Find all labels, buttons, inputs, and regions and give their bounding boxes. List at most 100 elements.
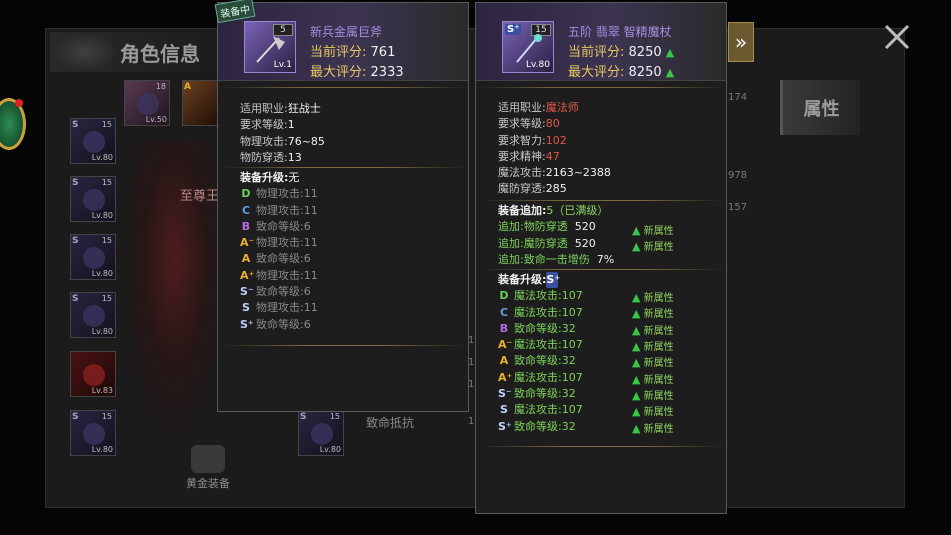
new-attr-tag: ▲ 新属性: [632, 240, 674, 253]
addon-list: 装备追加:5（已满级） 追加:物防穿透 520 追加:魔防穿透 520 追加:致…: [498, 203, 614, 268]
equip-slot[interactable]: S 15 Lv.80: [70, 118, 116, 164]
up-arrow-icon: ▲: [632, 389, 641, 402]
quest-badge-icon[interactable]: [0, 98, 26, 150]
up-arrow-icon: ▲: [632, 224, 641, 237]
stat-label-crit-resist: 致命抵抗: [366, 416, 415, 430]
gold-equip-label: 黄金装备: [186, 477, 230, 490]
next-arrow-button[interactable]: »: [728, 22, 754, 62]
upgrade-row: S⁺ 致命等级:6: [240, 317, 311, 331]
upgrade-row: D 物理攻击:11: [241, 187, 318, 201]
addon-row: 追加:魔防穿透 520: [498, 236, 596, 250]
new-attr-tag: ▲ 新属性: [632, 340, 674, 353]
gold-equip-button[interactable]: 黄金装备: [183, 445, 233, 491]
upgrade-row: C 魔法攻击:107: [499, 305, 583, 319]
upgrade-row: A⁺ 魔法攻击:107: [498, 370, 583, 384]
new-attr-tag: ▲ 新属性: [632, 307, 674, 320]
current-score: 当前评分: 8250 ▲: [568, 45, 675, 60]
gold-equip-icon: [191, 445, 225, 473]
divider: [222, 345, 466, 346]
upgrade-row: A⁻ 物理攻击:11: [240, 236, 318, 250]
stat-row: 适用职业:魔法师: [498, 101, 579, 114]
stat-value: 1: [468, 416, 475, 427]
current-score: 当前评分: 761: [310, 45, 396, 60]
stat-row: 要求等级:1: [240, 118, 295, 132]
stat-value: 978: [728, 170, 748, 181]
upgrade-title: 装备升级:S⁺: [498, 272, 583, 289]
up-arrow-icon: ▲: [632, 405, 641, 418]
upgrade-row: S 魔法攻击:107: [500, 403, 583, 417]
upgrade-row: A 致命等级:32: [499, 354, 576, 368]
new-attr-tag: ▲ 新属性: [632, 389, 674, 402]
upgrade-row: S⁺ 致命等级:32: [498, 419, 576, 433]
upgrade-row: D 魔法攻击:107: [499, 289, 583, 303]
up-arrow-icon: ▲: [632, 373, 641, 386]
upgrade-row: S⁻ 致命等级:32: [498, 387, 576, 401]
upgrade-row: A 致命等级:6: [241, 252, 311, 266]
equip-slot[interactable]: S 15 Lv.80: [298, 410, 344, 456]
divider: [480, 269, 724, 270]
divider: [480, 200, 724, 201]
upgrade-row: S 物理攻击:11: [242, 301, 318, 315]
item-icon: 5 Lv.1: [244, 21, 296, 73]
up-arrow-icon: ▲: [632, 324, 641, 337]
new-attr-tag: ▲ 新属性: [632, 422, 674, 435]
upgrade-list: 装备升级:无 D 物理攻击:11 C 物理攻击:11 B 致命等级:6 A⁻ 物理攻击:…: [240, 170, 318, 333]
stat-row: 要求精神:47: [498, 149, 560, 163]
new-attr-tag: ▲ 新属性: [632, 291, 674, 304]
stat-value: 157: [728, 202, 748, 213]
equip-slot[interactable]: S 15 Lv.80: [70, 234, 116, 280]
max-score: 最大评分: 2333: [310, 65, 404, 80]
up-arrow-icon: ▲: [632, 240, 641, 253]
addon-row: 追加:致命一击增伤 7%: [498, 252, 615, 266]
close-icon[interactable]: [880, 20, 914, 54]
up-arrow-icon: ▲: [632, 356, 641, 369]
new-attr-tag: ▲ 新属性: [632, 405, 674, 418]
stat-row: 魔法攻击:2163~2388: [498, 166, 611, 180]
equip-slot[interactable]: S 15 Lv.80: [70, 292, 116, 338]
upgrade-row: B 致命等级:32: [499, 321, 576, 335]
up-arrow-icon: ▲: [632, 340, 641, 353]
new-attr-tag: ▲ 新属性: [632, 224, 674, 237]
equip-slot[interactable]: Lv.83: [70, 351, 116, 397]
max-score: 最大评分: 8250 ▲: [568, 65, 675, 80]
item-level: Lv.1: [273, 60, 292, 70]
new-attr-tag: ▲ 新属性: [632, 373, 674, 386]
up-arrow-icon: ▲: [665, 46, 675, 59]
addon-title: 装备追加:5（已满级）: [498, 204, 609, 217]
new-attr-tag: ▲ 新属性: [632, 324, 674, 337]
equip-slot[interactable]: 18 Lv.50: [124, 80, 170, 126]
tab-attributes[interactable]: 属性: [780, 80, 860, 135]
equip-slot[interactable]: S 15 Lv.80: [70, 176, 116, 222]
item-name: 新兵金属巨斧: [310, 25, 383, 39]
new-attr-tag: ▲ 新属性: [632, 356, 674, 369]
upgrade-title: 装备升级:无: [240, 171, 300, 184]
upgrade-row: B 致命等级:6: [241, 219, 311, 233]
up-arrow-icon: ▲: [632, 291, 641, 304]
divider: [480, 446, 724, 447]
character-title: 至尊王: [180, 189, 220, 204]
equip-slot[interactable]: S 15 Lv.80: [70, 410, 116, 456]
upgrade-row: C 物理攻击:11: [241, 203, 318, 217]
upgrade-list: 装备升级:S⁺ D 魔法攻击:107 C 魔法攻击:107 B 致命等级:32 A⁻ 魔…: [498, 272, 583, 435]
equipped-item-tooltip: 5 Lv.1 装备中 新兵金属巨斧 当前评分: 761 最大评分: 2333 适…: [214, 0, 469, 412]
stat-row: 物防穿透:13: [240, 150, 302, 164]
stat-row: 要求智力:102: [498, 133, 567, 147]
item-level: Lv.80: [526, 60, 550, 70]
item-name: 五阶 翡翠 智精魔杖: [568, 25, 672, 39]
stat-row: 魔防穿透:285: [498, 182, 567, 196]
equip-slot[interactable]: A: [182, 80, 218, 126]
stat-value: 174: [728, 92, 748, 103]
base-stats: 适用职业:魔法师 要求等级:80 要求智力:102 要求精神:47 魔法攻击:2…: [498, 100, 611, 198]
item-icon: S⁺ 15 Lv.80: [502, 21, 554, 73]
stat-row: 物理攻击:76~85: [240, 134, 325, 148]
base-stats: 适用职业:狂战士 要求等级:1 物理攻击:76~85 物防穿透:13: [240, 101, 325, 166]
divider: [222, 87, 466, 88]
chevron-right-icon: »: [734, 30, 748, 54]
up-arrow-icon: ▲: [632, 422, 641, 435]
tab-attributes-label: 属性: [803, 98, 840, 120]
up-arrow-icon: ▲: [632, 307, 641, 320]
stat-row: 要求等级:80: [498, 117, 560, 131]
upgrade-row: A⁻ 魔法攻击:107: [498, 338, 583, 352]
addon-row: 追加:物防穿透 520: [498, 220, 596, 234]
upgrade-row: S⁻ 致命等级:6: [240, 285, 311, 299]
